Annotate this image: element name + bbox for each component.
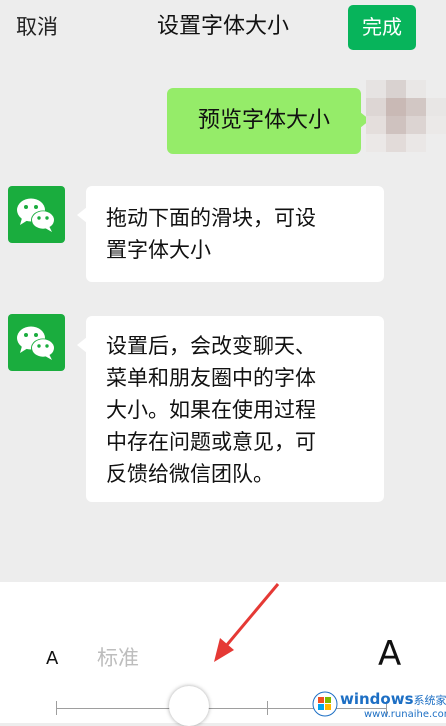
slider-tick[interactable]	[267, 701, 268, 715]
slider-tick[interactable]	[56, 701, 57, 715]
wechat-avatar	[8, 314, 65, 371]
message-text-line: 拖动下面的滑块，可设	[106, 206, 316, 230]
slider-thumb[interactable]	[169, 686, 209, 726]
watermark-cn-text: 系统家园	[413, 694, 446, 707]
top-bar: 取消 设置字体大小 完成	[0, 0, 446, 56]
incoming-message-bubble: 拖动下面的滑块，可设 置字体大小	[77, 186, 384, 282]
message-text-line: 设置后，会改变聊天、	[106, 334, 316, 358]
user-avatar	[366, 80, 446, 152]
preview-message-bubble: 预览字体大小	[167, 88, 370, 154]
watermark-url: www.runaihe.com	[364, 709, 446, 720]
red-arrow-icon	[214, 583, 280, 662]
windows-logo-icon	[312, 691, 338, 717]
large-font-label: A	[378, 634, 402, 674]
standard-size-label: 标准	[97, 646, 139, 670]
wechat-logo-icon	[17, 326, 55, 360]
watermark-brand-text: windows	[340, 690, 414, 708]
watermark-brand: windows系统家园	[340, 690, 446, 710]
small-font-label: A	[46, 648, 59, 669]
message-text-line: 反馈给微信团队。	[106, 462, 274, 486]
message-text-line: 菜单和朋友圈中的字体	[106, 366, 316, 390]
done-button[interactable]: 完成	[348, 5, 416, 50]
message-text-line: 中存在问题或意见，可	[106, 430, 316, 454]
wechat-logo-icon	[17, 198, 55, 232]
incoming-message-bubble: 设置后，会改变聊天、 菜单和朋友圈中的字体 大小。如果在使用过程 中存在问题或意…	[77, 316, 384, 502]
message-text-line: 大小。如果在使用过程	[106, 398, 316, 422]
wechat-avatar	[8, 186, 65, 243]
message-text-line: 置字体大小	[106, 238, 211, 262]
watermark: windows系统家园 www.runaihe.com	[308, 688, 446, 723]
